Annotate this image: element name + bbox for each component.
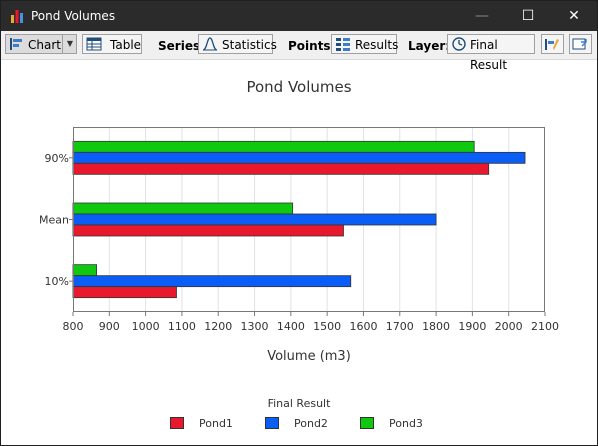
x-axis-label: Volume (m3) xyxy=(267,349,351,364)
bar-pond1-10pct xyxy=(72,286,177,299)
maximize-button[interactable]: ☐ xyxy=(505,1,551,31)
points-caption: Points: xyxy=(288,39,336,53)
x-tick-label: 1300 xyxy=(241,320,269,333)
table-icon xyxy=(86,37,102,51)
bar-pond1-90pct xyxy=(72,162,490,175)
x-tick-label: 1200 xyxy=(204,320,232,333)
bar-pond2-10pct xyxy=(72,275,352,288)
x-tick-label: 1500 xyxy=(313,320,341,333)
series-value: Statistics xyxy=(222,38,277,52)
layer-caption: Layer: xyxy=(408,39,451,53)
x-tick-label: 1400 xyxy=(277,320,305,333)
minimize-button[interactable]: — xyxy=(459,1,505,31)
legend-swatch-pond2 xyxy=(265,417,279,429)
bar-pond3-10pct xyxy=(72,264,98,277)
export-icon xyxy=(572,38,587,50)
legend-swatch-pond1 xyxy=(170,417,184,429)
x-tick-label: 1700 xyxy=(386,320,414,333)
layer-button[interactable]: Final Result xyxy=(447,34,535,72)
bar-pond1-mean xyxy=(72,224,344,237)
series-button[interactable]: Statistics xyxy=(198,34,277,54)
statistics-icon xyxy=(202,37,218,51)
y-tick-label: Mean xyxy=(39,214,69,227)
legend-label-pond3: Pond3 xyxy=(389,417,423,430)
close-button[interactable]: ✕ xyxy=(551,1,597,31)
app-chart-icon xyxy=(11,10,23,23)
x-tick-label: 1600 xyxy=(349,320,377,333)
bar-chart: 800 900 1000 1100 1200 1300 1400 1500 1600 1700 18… xyxy=(39,127,559,364)
points-button[interactable]: Results xyxy=(331,34,399,54)
legend-label-pond1: Pond1 xyxy=(199,417,233,430)
window-title: Pond Volumes xyxy=(31,9,116,23)
x-tick-label: 2000 xyxy=(495,320,523,333)
properties-icon xyxy=(545,39,559,50)
results-icon xyxy=(336,38,350,51)
toolbar: Chart ▼ Table Series: Statistics Points: xyxy=(1,31,597,72)
x-tick-label: 1000 xyxy=(132,320,160,333)
legend-swatch-pond3 xyxy=(360,417,374,429)
x-tick-label: 2100 xyxy=(531,320,559,333)
x-tick-label: 1100 xyxy=(168,320,196,333)
dropdown-arrow-icon[interactable]: ▼ xyxy=(62,35,77,53)
x-tick-label: 1800 xyxy=(422,320,450,333)
chart-button-label: Chart xyxy=(28,38,61,52)
pond-volumes-window: Pond Volumes — ☐ ✕ Chart ▼ Table Series:… xyxy=(0,0,598,446)
clock-icon xyxy=(452,37,466,51)
chart-icon xyxy=(10,38,22,50)
table-button-label: Table xyxy=(110,38,142,52)
x-tick-label: 900 xyxy=(99,320,120,333)
x-tick-label: 800 xyxy=(63,320,84,333)
chart-button[interactable]: Chart ▼ xyxy=(5,34,77,54)
legend-label-pond2: Pond2 xyxy=(294,417,328,430)
title-bar[interactable]: Pond Volumes — ☐ ✕ xyxy=(1,1,597,31)
legend-title: Final Result xyxy=(267,397,331,410)
table-button[interactable]: Table xyxy=(82,34,142,54)
bar-pond2-mean xyxy=(72,213,437,226)
export-button[interactable] xyxy=(569,34,592,54)
bar-pond3-90pct xyxy=(72,140,475,153)
chart-properties-button[interactable] xyxy=(541,34,564,54)
points-value: Results xyxy=(355,38,399,52)
x-tick-label: 1900 xyxy=(458,320,486,333)
y-tick-label: 90% xyxy=(45,152,69,165)
bar-pond2-90pct xyxy=(72,151,526,164)
y-tick-label: 10% xyxy=(45,275,69,288)
bar-pond3-mean xyxy=(72,202,294,215)
